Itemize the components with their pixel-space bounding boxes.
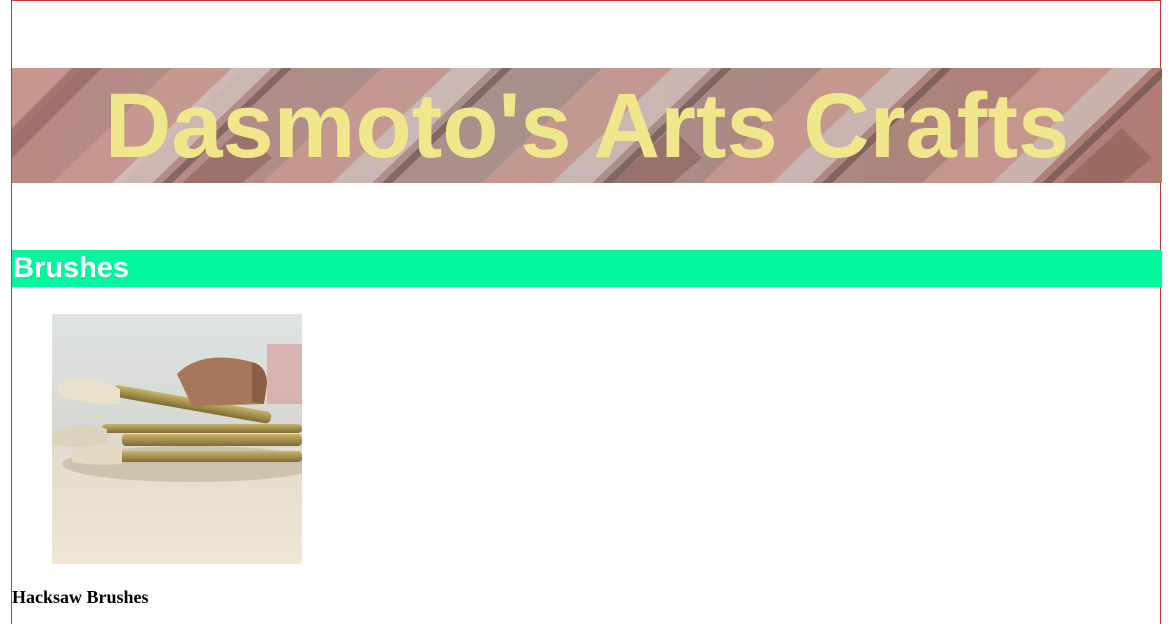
site-title: Dasmoto's Arts Crafts — [104, 75, 1070, 177]
section-heading: Brushes — [13, 252, 130, 284]
section-heading-bar: Brushes — [12, 250, 1162, 287]
product-caption: Hacksaw Brushes — [12, 587, 149, 607]
paintbrushes-image — [52, 314, 302, 564]
header-banner: Dasmoto's Arts Crafts — [12, 68, 1162, 183]
